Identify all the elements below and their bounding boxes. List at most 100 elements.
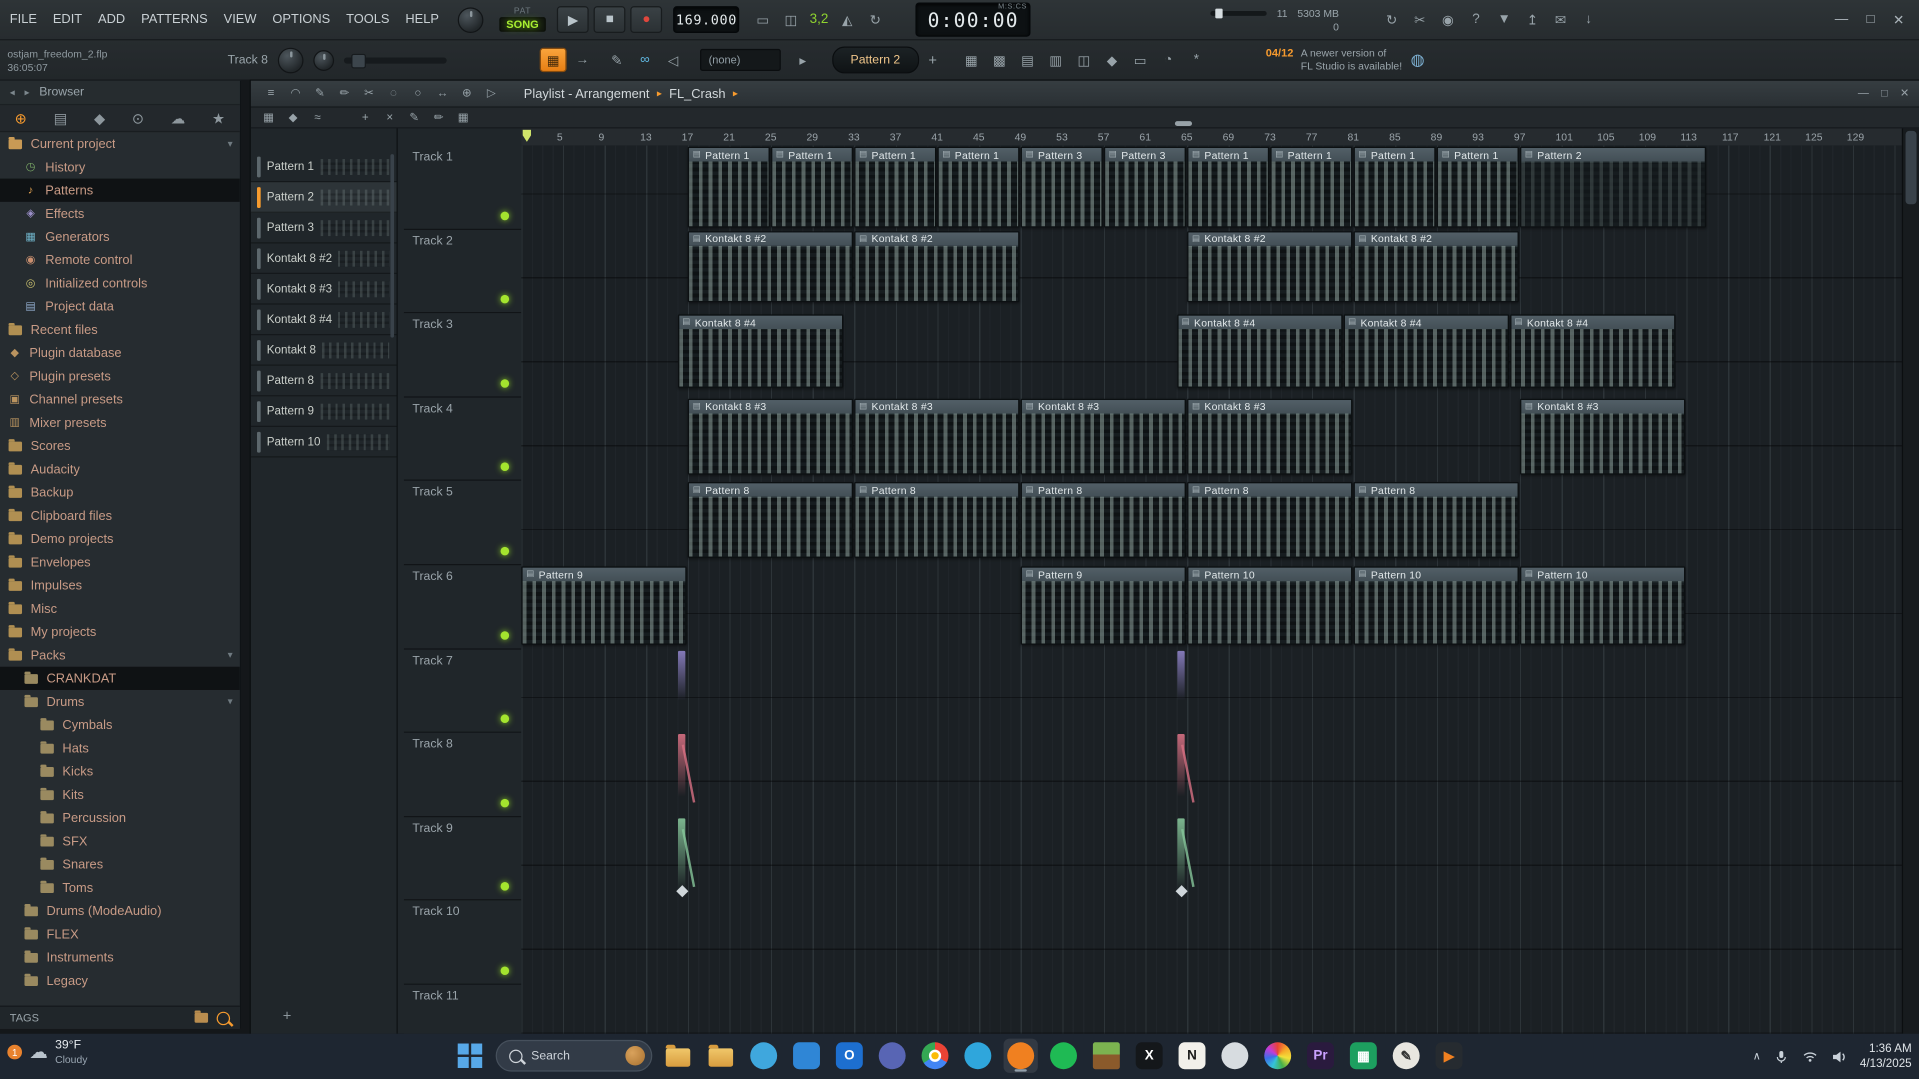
browser-item-percussion[interactable]: Percussion	[0, 806, 240, 829]
browser-item-plugin-presets[interactable]: ◇ Plugin presets	[0, 365, 240, 388]
browser-item-channel-presets[interactable]: ▣ Channel presets	[0, 388, 240, 411]
browser-item-patterns[interactable]: ♪ Patterns	[0, 178, 240, 202]
clip-kontakt-8-3[interactable]: ▤ Kontakt 8 #3	[854, 398, 1020, 475]
browser-item-impulses[interactable]: Impulses	[0, 574, 240, 597]
menu-options[interactable]: OPTIONS	[272, 12, 330, 27]
menu-add[interactable]: ADD	[98, 12, 125, 27]
detach-arrow-icon[interactable]: →	[570, 49, 594, 71]
playhead-marker[interactable]	[522, 129, 532, 142]
cut-tool-icon[interactable]: ✂	[1408, 9, 1432, 31]
menu-patterns[interactable]: PATTERNS	[141, 12, 208, 27]
track-mute-led[interactable]	[500, 378, 510, 388]
draw-icon[interactable]: ✎	[310, 84, 331, 102]
browser-item-kits[interactable]: Kits	[0, 783, 240, 806]
taskbar-vscode[interactable]	[789, 1039, 823, 1073]
stop-button[interactable]: ■	[593, 6, 626, 34]
browser-item-cymbals[interactable]: Cymbals	[0, 713, 240, 736]
browser-item-backup[interactable]: Backup	[0, 481, 240, 504]
browser-tab-favorites[interactable]: ★	[212, 109, 225, 126]
picker-kontakt-8-3[interactable]: Kontakt 8 #3	[250, 274, 397, 305]
clip-kontakt-8-4[interactable]: ▤ Kontakt 8 #4	[1343, 314, 1509, 389]
browser-back-icon[interactable]: ◂	[10, 87, 15, 98]
playlist-close-button[interactable]: ✕	[1900, 87, 1909, 100]
picker-add-button[interactable]: +	[283, 1007, 292, 1024]
loop-record-icon[interactable]: ↻	[863, 9, 887, 31]
update-notification[interactable]: 04/12 A newer version of FL Studio is av…	[1266, 46, 1402, 73]
taskbar-sheets[interactable]: ▦	[1346, 1039, 1380, 1073]
taskbar-search[interactable]: Search	[495, 1039, 653, 1072]
taskbar-color-wheel[interactable]	[1261, 1039, 1295, 1073]
clip-pattern-10[interactable]: ▤ Pattern 10	[1353, 566, 1519, 645]
browser-item-effects[interactable]: ◈ Effects	[0, 202, 240, 225]
track-mute-led[interactable]	[500, 714, 510, 724]
add-pattern-button[interactable]: +	[928, 51, 937, 68]
browser-item-drums[interactable]: Drums ▾	[0, 690, 240, 713]
taskbar-clock[interactable]: 1:36 AM 4/13/2025	[1860, 1042, 1912, 1071]
download-icon[interactable]: ↓	[1576, 9, 1600, 31]
picker-wave-icon[interactable]: ≈	[307, 108, 328, 126]
pencil-tool-icon[interactable]: ✎	[404, 108, 425, 126]
playlist-minimize-button[interactable]: —	[1858, 87, 1869, 100]
clip-kontakt-8-3[interactable]: ▤ Kontakt 8 #3	[687, 398, 854, 475]
browser-tab-cloud[interactable]: ☁	[171, 109, 186, 126]
wifi-icon[interactable]	[1801, 1048, 1818, 1064]
clip-pattern-8[interactable]: ▤ Pattern 8	[854, 482, 1020, 559]
playlist-title[interactable]: Playlist - Arrangement	[524, 86, 650, 101]
taskbar-weather[interactable]: 1 ☁ 39°F Cloudy	[7, 1039, 87, 1066]
touch-keyboard-button[interactable]: ▭	[1128, 49, 1152, 71]
browser-item-audacity[interactable]: Audacity	[0, 458, 240, 481]
playlist-grid[interactable]: ▤ Pattern 1 ▤ Pattern 1 ▤ Pattern 1 ▤ Pattern 1…	[521, 145, 1904, 1034]
menu-edit[interactable]: EDIT	[53, 12, 82, 27]
taskbar-edge[interactable]	[747, 1039, 781, 1073]
volume-icon[interactable]	[1831, 1048, 1848, 1065]
browser-item-generators[interactable]: ▦ Generators	[0, 225, 240, 248]
browser-item-envelopes[interactable]: Envelopes	[0, 551, 240, 574]
clip-audio[interactable]	[1176, 650, 1186, 707]
delete-icon[interactable]: ◌	[383, 84, 404, 102]
clip-pattern-1[interactable]: ▤ Pattern 1	[937, 146, 1020, 228]
record-button[interactable]: ●	[630, 6, 663, 34]
picker-pattern-8[interactable]: Pattern 8	[250, 366, 397, 397]
clip-kontakt-8-2[interactable]: ▤ Kontakt 8 #2	[1187, 230, 1353, 302]
track-header-5[interactable]: Track 5	[403, 481, 522, 566]
browser-item-clipboard-files[interactable]: Clipboard files	[0, 504, 240, 527]
clip-kontakt-8-3[interactable]: ▤ Kontakt 8 #3	[1187, 398, 1353, 475]
track-header-2[interactable]: Track 2	[403, 229, 522, 314]
browser-item-history[interactable]: ◷ History	[0, 155, 240, 178]
track-header-10[interactable]: Track 10	[403, 901, 522, 985]
clip-pattern-1[interactable]: ▤ Pattern 1	[1353, 146, 1436, 228]
picker-kontakt-8-4[interactable]: Kontakt 8 #4	[250, 305, 397, 336]
midi-link-icon[interactable]: ∞	[633, 49, 657, 71]
channel-rack-toggle-button[interactable]: ▦	[539, 47, 567, 73]
start-button[interactable]	[453, 1039, 487, 1073]
track-mute-led[interactable]	[500, 211, 510, 220]
render-icon[interactable]: ↥	[1520, 9, 1544, 31]
tools-menu-button[interactable]: *	[1184, 49, 1208, 71]
track-header-7[interactable]: Track 7	[403, 649, 522, 734]
browser-item-hats[interactable]: Hats	[0, 736, 240, 759]
typing-keyboard-icon[interactable]: ▭	[750, 9, 774, 31]
taskbar-minecraft[interactable]	[1089, 1039, 1123, 1073]
draw-link-icon[interactable]: ✎	[605, 49, 629, 71]
picker-pattern-1[interactable]: Pattern 1	[250, 152, 397, 183]
tempo-tap-button[interactable]: ◔	[1156, 49, 1180, 71]
audio-monitor-icon[interactable]: ◁	[661, 49, 685, 71]
taskbar-premiere[interactable]: Pr	[1303, 1039, 1337, 1073]
timeline[interactable]: 5 9 13 17 21 25 29 33 37 41 45 49 53 57 61 65 69 73 77 81 85…	[521, 128, 1904, 147]
browser-item-scores[interactable]: Scores	[0, 434, 240, 457]
clip-pattern-8[interactable]: ▤ Pattern 8	[687, 482, 854, 559]
feedback-icon[interactable]: ✉	[1548, 9, 1572, 31]
browser-item-toms[interactable]: Toms	[0, 876, 240, 899]
taskbar-telegram[interactable]	[961, 1039, 995, 1073]
browser-item-legacy[interactable]: Legacy	[0, 969, 240, 992]
picker-pattern-10[interactable]: Pattern 10	[250, 427, 397, 458]
clip-pattern-2[interactable]: ▤ Pattern 2	[1520, 146, 1707, 228]
clip-kontakt-8-4[interactable]: ▤ Kontakt 8 #4	[1509, 314, 1675, 389]
picker-view-icon[interactable]: ▦	[258, 108, 279, 126]
vertical-scrollbar[interactable]	[1901, 128, 1919, 1034]
track-mute-led[interactable]	[500, 798, 510, 808]
expand-arrow-icon[interactable]: ▾	[228, 650, 233, 661]
clear-icon[interactable]: ×	[379, 108, 400, 126]
browser-item-packs[interactable]: Packs ▾	[0, 643, 240, 666]
clip-pattern-8[interactable]: ▤ Pattern 8	[1353, 482, 1519, 559]
